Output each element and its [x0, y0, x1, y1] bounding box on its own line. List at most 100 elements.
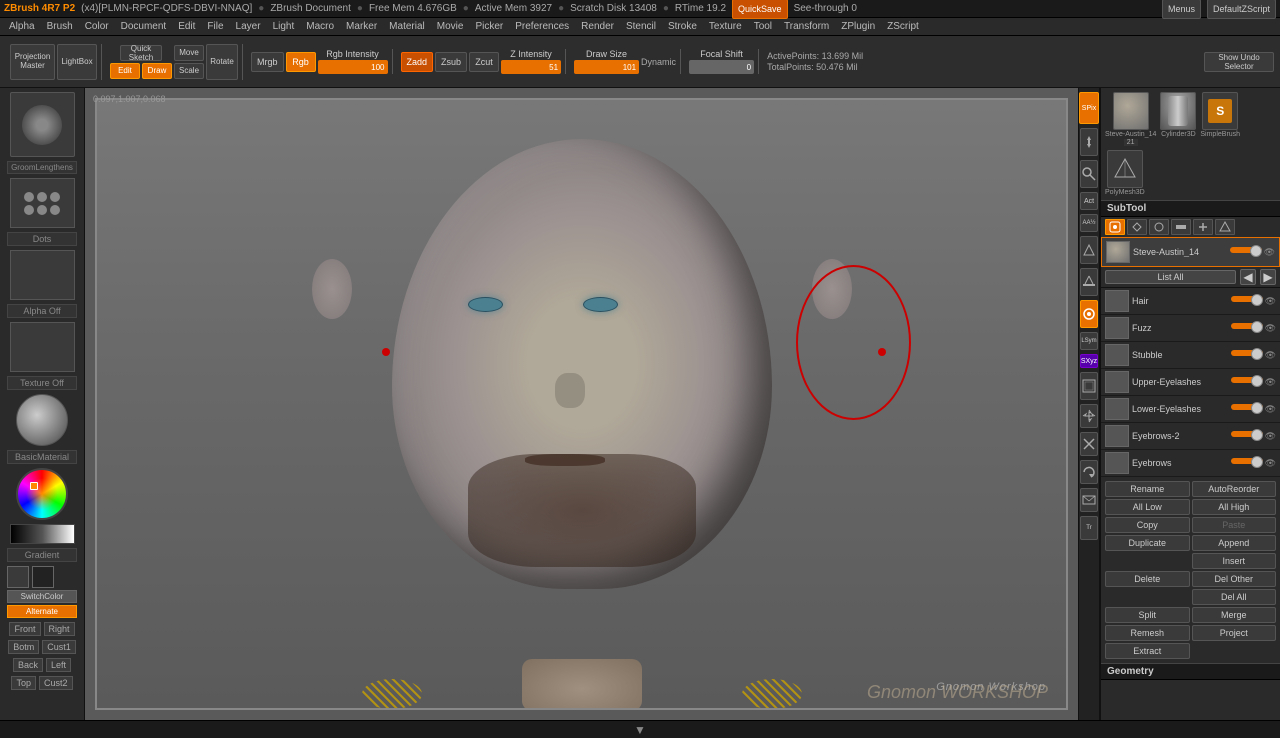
extract-button[interactable]: Extract — [1105, 643, 1190, 659]
merge-button[interactable]: Merge — [1192, 607, 1277, 623]
menu-edit[interactable]: Edit — [173, 21, 200, 32]
subtool-item-fuzz[interactable]: Fuzz 👁 — [1101, 315, 1280, 342]
copy-button[interactable]: Copy — [1105, 517, 1190, 533]
all-low-button[interactable]: All Low — [1105, 499, 1190, 515]
menu-stroke[interactable]: Stroke — [663, 21, 702, 32]
actual-button[interactable]: Act — [1080, 192, 1098, 210]
zoom-button[interactable] — [1080, 160, 1098, 188]
eyebrows2-eye[interactable]: 👁 — [1265, 431, 1276, 442]
project-button[interactable]: Project — [1192, 625, 1277, 641]
local-button[interactable] — [1080, 300, 1098, 328]
quick-sketch-button[interactable]: Quick Sketch — [120, 45, 162, 61]
duplicate-button[interactable]: Duplicate — [1105, 535, 1190, 551]
eyebrows-eye[interactable]: 👁 — [1265, 458, 1276, 469]
all-high-button[interactable]: All High — [1192, 499, 1277, 515]
subtool-item-hair[interactable]: Hair 👁 — [1101, 288, 1280, 315]
zcut-button[interactable]: Zcut — [469, 52, 499, 72]
draw-size-slider[interactable]: 101 — [574, 60, 639, 74]
menu-macro[interactable]: Macro — [301, 21, 339, 32]
aahalf-button[interactable]: AA½ — [1080, 214, 1098, 232]
lightbox-button[interactable]: LightBox — [57, 44, 97, 80]
rotate-tool-button[interactable] — [1080, 460, 1098, 484]
transp-button[interactable]: Tr — [1080, 516, 1098, 540]
stubble-eye[interactable]: 👁 — [1265, 350, 1276, 361]
simplebrush-thumb[interactable]: S SimpleBrush — [1200, 92, 1240, 146]
subtool-item-stubble[interactable]: Stubble 👁 — [1101, 342, 1280, 369]
add-subtool-right[interactable]: ▶ — [1260, 269, 1276, 285]
menu-picker[interactable]: Picker — [470, 21, 508, 32]
menu-transform[interactable]: Transform — [779, 21, 834, 32]
delete-button[interactable]: Delete — [1105, 571, 1190, 587]
polymesh3d-thumb[interactable]: PolyMesh3D — [1105, 150, 1145, 196]
hair-eye[interactable]: 👁 — [1265, 296, 1276, 307]
texture-preview[interactable] — [10, 322, 75, 372]
list-all-button[interactable]: List All — [1105, 270, 1236, 284]
material-preview[interactable] — [16, 394, 68, 446]
append-button[interactable]: Append — [1192, 535, 1277, 551]
subtool-item-eyebrows2[interactable]: Eyebrows-2 👁 — [1101, 423, 1280, 450]
add-subtool-left[interactable]: ◀ — [1240, 269, 1256, 285]
subtool-icon-5[interactable] — [1193, 219, 1213, 235]
mrgb-button[interactable]: Mrgb — [251, 52, 284, 72]
remesh-button[interactable]: Remesh — [1105, 625, 1190, 641]
front-button[interactable]: Front — [9, 622, 40, 636]
auto-reorder-button[interactable]: AutoReorder — [1192, 481, 1277, 497]
scroll-button[interactable] — [1080, 128, 1098, 156]
subtool-icon-6[interactable] — [1215, 219, 1235, 235]
lsym-button[interactable]: LSym — [1080, 332, 1098, 350]
dots-brush-preview[interactable] — [10, 178, 75, 228]
eyebrows2-toggle[interactable] — [1231, 431, 1263, 437]
imgpoly-button[interactable] — [1080, 488, 1098, 512]
switch-color-button[interactable]: SwitchColor — [7, 590, 77, 603]
subtool-main-item[interactable]: Steve-Austin_14 👁 — [1101, 237, 1280, 267]
menu-file[interactable]: File — [202, 21, 228, 32]
menu-color[interactable]: Color — [80, 21, 114, 32]
subtool-icon-2[interactable] — [1127, 219, 1147, 235]
scale-tool-button[interactable] — [1080, 432, 1098, 456]
cust2-button[interactable]: Cust2 — [39, 676, 73, 690]
rgb-button[interactable]: Rgb — [286, 52, 316, 72]
brush-preview[interactable] — [10, 92, 75, 157]
upper-eyelashes-eye[interactable]: 👁 — [1265, 377, 1276, 388]
top-button[interactable]: Top — [11, 676, 36, 690]
cust1-button[interactable]: Cust1 — [42, 640, 76, 654]
hair-toggle[interactable] — [1231, 296, 1263, 302]
menu-material[interactable]: Material — [384, 21, 430, 32]
subtool-main-toggle[interactable] — [1230, 247, 1262, 253]
rotate-button[interactable]: Rotate — [206, 44, 238, 80]
menu-layer[interactable]: Layer — [231, 21, 266, 32]
subtool-main-eye[interactable]: 👁 — [1264, 247, 1275, 258]
viewport[interactable]: Gnomon Workshop Gnomon WORKSHOP — [95, 98, 1068, 710]
stubble-toggle[interactable] — [1231, 350, 1263, 356]
rename-button[interactable]: Rename — [1105, 481, 1190, 497]
quicksave-button[interactable]: QuickSave — [732, 0, 788, 19]
steve-austin-thumb[interactable]: Steve-Austin_14 21 — [1105, 92, 1156, 146]
lower-eyelashes-eye[interactable]: 👁 — [1265, 404, 1276, 415]
menu-movie[interactable]: Movie — [432, 21, 469, 32]
gradient-bar[interactable] — [10, 524, 75, 544]
fuzz-toggle[interactable] — [1231, 323, 1263, 329]
menu-zplugin[interactable]: ZPlugin — [836, 21, 880, 32]
menu-preferences[interactable]: Preferences — [510, 21, 574, 32]
canvas-area[interactable]: 0.097,1.007,0.068 — [85, 88, 1078, 720]
paste-button[interactable]: Paste — [1192, 517, 1277, 533]
z-intensity-slider[interactable]: 51 — [501, 60, 561, 74]
subtool-icon-3[interactable] — [1149, 219, 1169, 235]
draw-button[interactable]: Draw — [142, 63, 172, 79]
menus-button[interactable]: Menus — [1162, 0, 1201, 19]
del-other-button[interactable]: Del Other — [1192, 571, 1277, 587]
menu-alpha[interactable]: Alpha — [4, 21, 40, 32]
insert-button[interactable]: Insert — [1192, 553, 1277, 569]
menu-tool[interactable]: Tool — [749, 21, 777, 32]
del-all-button[interactable]: Del All — [1192, 589, 1277, 605]
cylinder3d-thumb[interactable]: Cylinder3D — [1160, 92, 1196, 146]
scale-button[interactable]: Scale — [174, 63, 204, 79]
menu-light[interactable]: Light — [268, 21, 300, 32]
split-button[interactable]: Split — [1105, 607, 1190, 623]
menu-stencil[interactable]: Stencil — [621, 21, 661, 32]
lower-eyelashes-toggle[interactable] — [1231, 404, 1263, 410]
focal-shift-slider[interactable]: 0 — [689, 60, 754, 74]
menu-zscript[interactable]: ZScript — [882, 21, 924, 32]
move-button[interactable]: Move — [174, 45, 204, 61]
back-button[interactable]: Back — [13, 658, 43, 672]
